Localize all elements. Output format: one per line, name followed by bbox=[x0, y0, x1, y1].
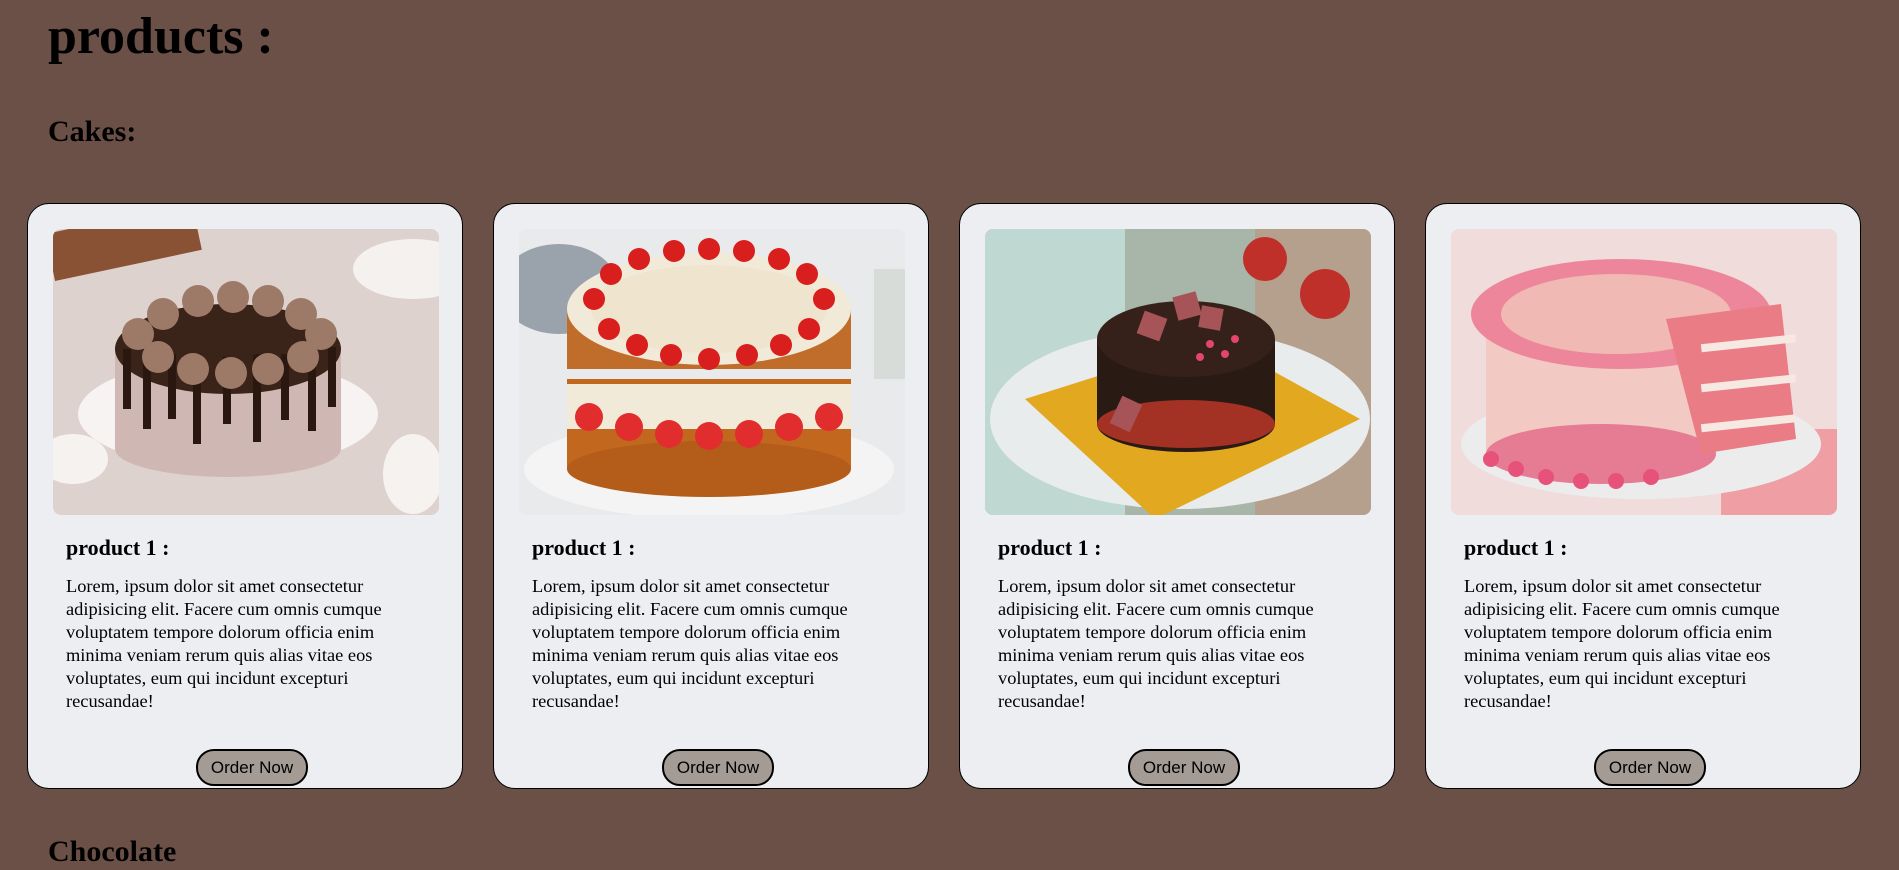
product-cards: product 1 : Lorem, ipsum dolor sit amet … bbox=[27, 203, 1861, 789]
product-description: Lorem, ipsum dolor sit amet consectetur … bbox=[532, 576, 848, 711]
order-now-button[interactable]: Order Now bbox=[1594, 749, 1706, 786]
product-title: product 1 : bbox=[1464, 535, 1568, 560]
chocolate-drip-cake-image bbox=[53, 229, 439, 515]
product-title: product 1 : bbox=[998, 535, 1102, 560]
product-description: Lorem, ipsum dolor sit amet consectetur … bbox=[998, 576, 1314, 711]
section-title-next: Chocolate bbox=[48, 835, 177, 868]
dark-chocolate-cake-image bbox=[985, 229, 1371, 515]
product-card: product 1 : Lorem, ipsum dolor sit amet … bbox=[493, 203, 929, 789]
page-title: products : bbox=[48, 8, 274, 65]
pink-layer-cake-image bbox=[1451, 229, 1837, 515]
order-now-button[interactable]: Order Now bbox=[1128, 749, 1240, 786]
product-title: product 1 : bbox=[66, 535, 170, 560]
product-description: Lorem, ipsum dolor sit amet consectetur … bbox=[66, 576, 382, 711]
product-title: product 1 : bbox=[532, 535, 636, 560]
order-now-button[interactable]: Order Now bbox=[196, 749, 308, 786]
product-description: Lorem, ipsum dolor sit amet consectetur … bbox=[1464, 576, 1780, 711]
product-card: product 1 : Lorem, ipsum dolor sit amet … bbox=[1425, 203, 1861, 789]
strawberry-cake-image bbox=[519, 229, 905, 515]
product-card: product 1 : Lorem, ipsum dolor sit amet … bbox=[27, 203, 463, 789]
order-now-button[interactable]: Order Now bbox=[662, 749, 774, 786]
product-card: product 1 : Lorem, ipsum dolor sit amet … bbox=[959, 203, 1395, 789]
section-title-cakes: Cakes: bbox=[48, 115, 137, 148]
